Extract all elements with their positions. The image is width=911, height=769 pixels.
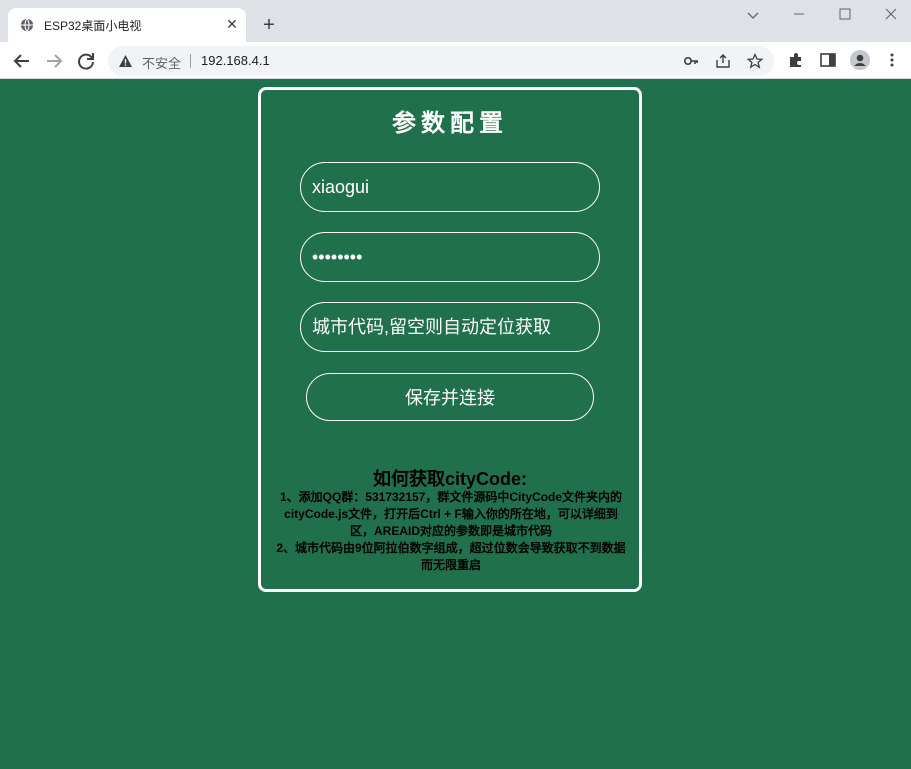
url-text[interactable]: 192.168.4.1 bbox=[201, 53, 270, 68]
warning-icon[interactable] bbox=[118, 54, 133, 68]
config-panel: 参数配置 保存并连接 如何获取cityCode: 1、添加QQ群：5317321… bbox=[258, 87, 642, 592]
minimize-icon[interactable] bbox=[789, 6, 809, 26]
close-window-icon[interactable] bbox=[881, 6, 901, 26]
maximize-icon[interactable] bbox=[835, 6, 855, 26]
key-icon[interactable] bbox=[683, 53, 699, 69]
tab-search-icon[interactable] bbox=[743, 6, 763, 26]
save-connect-button[interactable]: 保存并连接 bbox=[306, 373, 594, 421]
side-panel-icon[interactable] bbox=[819, 51, 837, 69]
url-divider bbox=[190, 54, 191, 68]
close-tab-icon[interactable]: ✕ bbox=[224, 16, 240, 32]
help-heading: 如何获取cityCode: bbox=[372, 469, 527, 489]
forward-icon[interactable] bbox=[43, 50, 65, 72]
new-tab-icon[interactable]: + bbox=[258, 14, 280, 36]
citycode-input[interactable] bbox=[300, 302, 600, 352]
extensions-icon[interactable] bbox=[787, 51, 805, 69]
browser-toolbar: 不安全 192.168.4.1 bbox=[0, 42, 911, 79]
browser-tab[interactable]: ESP32桌面小电视 ✕ bbox=[8, 8, 246, 42]
share-icon[interactable] bbox=[715, 53, 731, 69]
help-step-2: 2、城市代码由9位阿拉伯数字组成，超过位数会导致获取不到数据而无限重启 bbox=[276, 541, 626, 572]
menu-dots-icon[interactable] bbox=[883, 51, 901, 69]
profile-avatar-icon[interactable] bbox=[850, 50, 870, 70]
tab-title: ESP32桌面小电视 bbox=[44, 19, 142, 33]
globe-icon bbox=[20, 18, 34, 32]
back-icon[interactable] bbox=[11, 50, 33, 72]
help-step-1: 1、添加QQ群：531732157，群文件源码中CityCode文件夹内的cit… bbox=[279, 490, 623, 538]
tab-strip: ESP32桌面小电视 ✕ + bbox=[0, 0, 911, 42]
security-status[interactable]: 不安全 bbox=[142, 53, 181, 72]
bookmark-star-icon[interactable] bbox=[747, 53, 763, 69]
wifi-ssid-input[interactable] bbox=[300, 162, 600, 212]
address-bar[interactable]: 不安全 192.168.4.1 bbox=[108, 46, 774, 76]
wifi-password-input[interactable] bbox=[300, 232, 600, 282]
page-title: 参数配置 bbox=[392, 110, 508, 137]
reload-icon[interactable] bbox=[75, 50, 97, 72]
